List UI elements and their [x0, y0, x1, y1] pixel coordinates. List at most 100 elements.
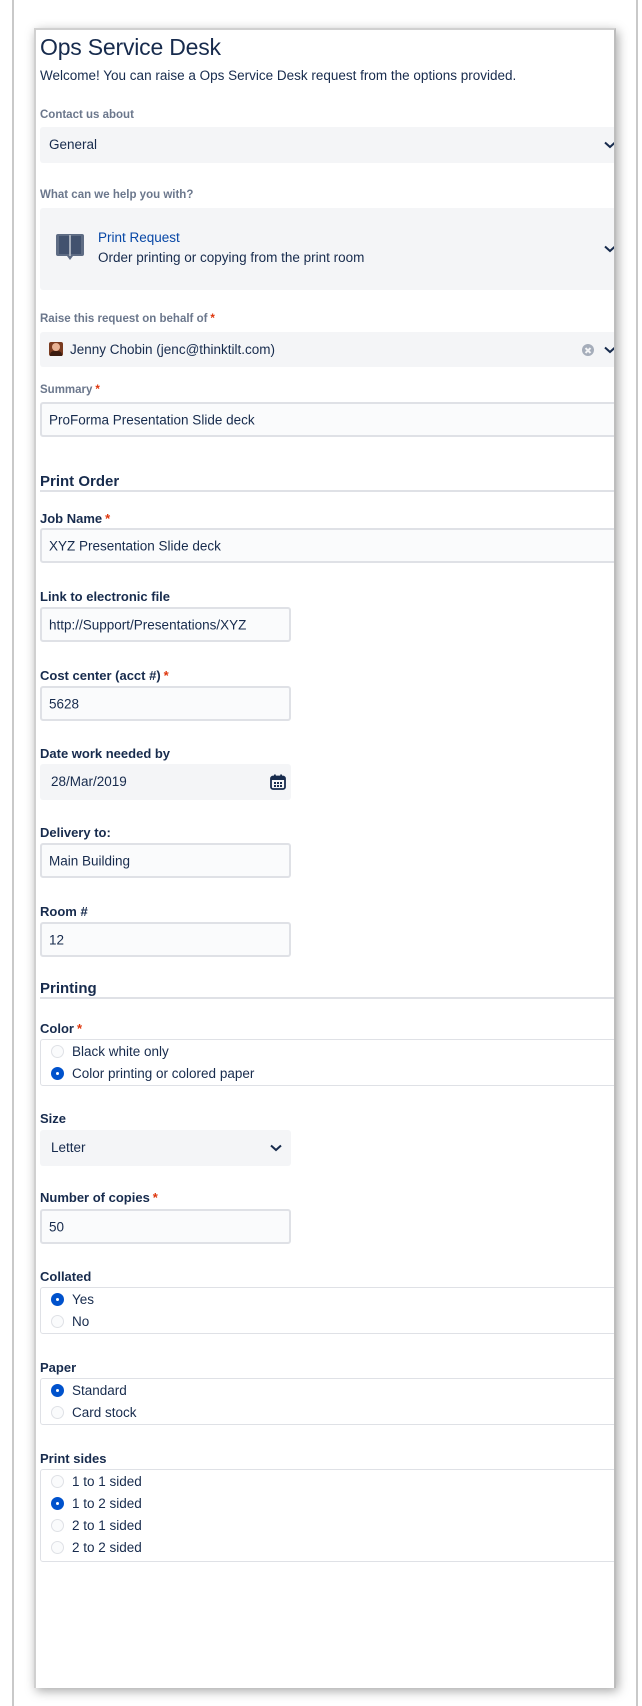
radio-option[interactable]: 2 to 1 sided	[51, 1518, 142, 1533]
radio-option[interactable]: 1 to 2 sided	[51, 1496, 142, 1511]
summary-value: ProForma Presentation Slide deck	[49, 412, 255, 427]
avatar	[49, 342, 63, 356]
cost-center-label-text: Cost center (acct #)	[40, 668, 161, 683]
radio-option[interactable]: Card stock	[51, 1405, 137, 1420]
radio-option[interactable]: Black white only	[51, 1044, 169, 1059]
collated-radio-group: Yes No	[40, 1287, 614, 1334]
radio-button-selected[interactable]	[51, 1384, 64, 1397]
chevron-down-icon	[270, 1144, 282, 1152]
behalf-label: Raise this request on behalf of *	[40, 313, 215, 325]
required-marker: *	[152, 1190, 158, 1205]
radio-button[interactable]	[51, 1475, 64, 1488]
link-value: http://Support/Presentations/XYZ	[49, 617, 247, 632]
date-value: 28/Mar/2019	[51, 774, 127, 789]
required-marker: *	[210, 313, 215, 325]
summary-label-text: Summary	[40, 384, 93, 396]
required-marker: *	[76, 1021, 83, 1036]
contact-value: General	[49, 137, 98, 152]
job-name-value: XYZ Presentation Slide deck	[49, 538, 221, 553]
copies-label-text: Number of copies	[40, 1190, 150, 1205]
radio-button-selected[interactable]	[51, 1293, 64, 1306]
radio-label: 2 to 1 sided	[72, 1518, 142, 1533]
radio-button-selected[interactable]	[51, 1067, 64, 1080]
color-label: Color *	[40, 1021, 82, 1036]
print-sides-label: Print sides	[40, 1451, 107, 1466]
radio-label: 1 to 1 sided	[72, 1474, 142, 1489]
radio-button-selected[interactable]	[51, 1497, 64, 1510]
behalf-select[interactable]: Jenny Chobin (jenc@thinktilt.com)	[40, 332, 614, 367]
date-picker[interactable]: 28/Mar/2019	[40, 764, 291, 800]
link-input[interactable]: http://Support/Presentations/XYZ	[40, 607, 291, 642]
copies-label: Number of copies *	[40, 1190, 158, 1205]
room-label: Room #	[40, 904, 88, 919]
radio-button[interactable]	[51, 1406, 64, 1419]
summary-label: Summary *	[40, 384, 100, 396]
date-label: Date work needed by	[40, 746, 171, 761]
contact-select[interactable]: General	[40, 127, 614, 163]
job-name-input[interactable]: XYZ Presentation Slide deck	[40, 528, 614, 563]
radio-label: Standard	[72, 1383, 127, 1398]
radio-button[interactable]	[51, 1045, 64, 1058]
calendar-icon[interactable]	[270, 774, 286, 793]
radio-label: No	[72, 1314, 90, 1329]
radio-label: Yes	[72, 1292, 95, 1307]
radio-label: 1 to 2 sided	[72, 1496, 142, 1511]
delivery-label: Delivery to:	[40, 825, 111, 840]
request-form-panel: Ops Service Desk Welcome! You can raise …	[34, 28, 616, 1688]
paper-label: Paper	[40, 1360, 77, 1375]
window-edge-right	[636, 0, 638, 1706]
section-divider	[40, 997, 614, 999]
contact-label: Contact us about	[40, 109, 134, 121]
page-title: Ops Service Desk	[40, 34, 221, 60]
radio-button[interactable]	[51, 1519, 64, 1532]
clear-icon[interactable]	[582, 344, 594, 356]
required-marker: *	[95, 384, 100, 396]
behalf-label-text: Raise this request on behalf of	[40, 313, 208, 325]
radio-label: Color printing or colored paper	[72, 1066, 255, 1081]
radio-option[interactable]: Yes	[51, 1292, 94, 1307]
cost-center-input[interactable]: 5628	[40, 686, 291, 721]
job-name-label-text: Job Name	[40, 511, 103, 526]
room-input[interactable]: 12	[40, 922, 291, 957]
radio-option[interactable]: 2 to 2 sided	[51, 1540, 142, 1555]
chevron-down-icon	[604, 141, 614, 149]
color-label-text: Color	[40, 1021, 74, 1036]
request-type-select[interactable]: Print Request Order printing or copying …	[40, 208, 614, 290]
size-label: Size	[40, 1111, 67, 1126]
paper-radio-group: Standard Card stock	[40, 1378, 614, 1425]
section-divider	[40, 490, 614, 492]
required-marker: *	[105, 511, 111, 526]
copies-input[interactable]: 50	[40, 1209, 291, 1244]
job-name-label: Job Name *	[40, 511, 110, 526]
required-marker: *	[163, 668, 169, 683]
request-type-description: Order printing or copying from the print…	[98, 250, 365, 265]
chevron-down-icon	[604, 245, 614, 253]
summary-input[interactable]: ProForma Presentation Slide deck	[40, 402, 614, 437]
copies-value: 50	[49, 1219, 65, 1234]
radio-label: 2 to 2 sided	[72, 1540, 142, 1555]
radio-button[interactable]	[51, 1315, 64, 1328]
printing-heading: Printing	[40, 980, 97, 997]
help-label: What can we help you with?	[40, 189, 194, 201]
print-sides-radio-group: 1 to 1 sided 1 to 2 sided 2 to 1 sided 2…	[40, 1469, 614, 1562]
book-icon	[55, 233, 85, 264]
collated-label: Collated	[40, 1269, 92, 1284]
cost-center-label: Cost center (acct #) *	[40, 668, 169, 683]
window-edge-left	[12, 0, 14, 1706]
behalf-value: Jenny Chobin (jenc@thinktilt.com)	[70, 342, 276, 357]
radio-option[interactable]: Standard	[51, 1383, 127, 1398]
request-type-title: Print Request	[98, 230, 180, 245]
radio-option[interactable]: 1 to 1 sided	[51, 1474, 142, 1489]
radio-label: Black white only	[72, 1044, 169, 1059]
size-select[interactable]: Letter	[40, 1130, 291, 1166]
welcome-text: Welcome! You can raise a Ops Service Des…	[40, 68, 517, 83]
size-value: Letter	[51, 1140, 86, 1155]
chevron-down-icon	[604, 346, 614, 354]
room-value: 12	[49, 932, 65, 947]
radio-option[interactable]: Color printing or colored paper	[51, 1066, 254, 1081]
radio-button[interactable]	[51, 1541, 64, 1554]
link-label: Link to electronic file	[40, 589, 171, 604]
color-radio-group: Black white only Color printing or color…	[40, 1039, 614, 1086]
radio-option[interactable]: No	[51, 1314, 89, 1329]
delivery-input[interactable]: Main Building	[40, 843, 291, 878]
